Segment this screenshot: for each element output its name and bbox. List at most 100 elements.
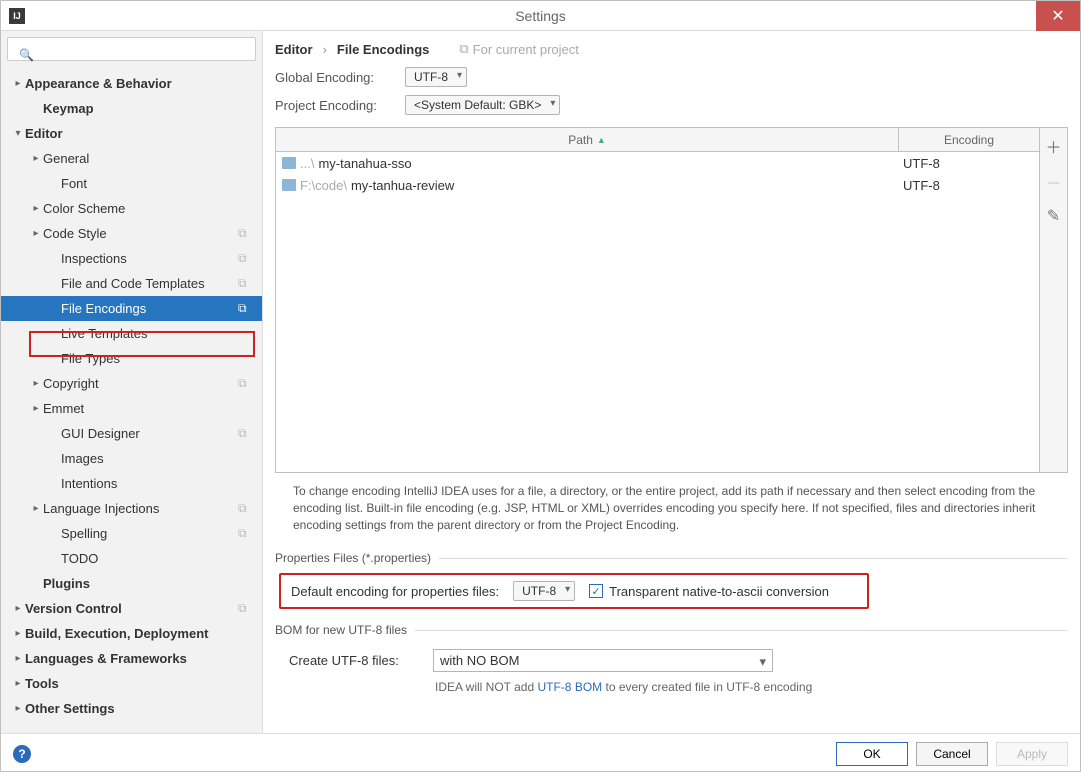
- tree-item-keymap[interactable]: Keymap: [1, 96, 262, 121]
- tree-item-todo[interactable]: TODO: [1, 546, 262, 571]
- help-button[interactable]: ?: [13, 745, 31, 763]
- tree-item-font[interactable]: Font: [1, 171, 262, 196]
- ok-button[interactable]: OK: [836, 742, 908, 766]
- apply-button[interactable]: Apply: [996, 742, 1068, 766]
- transparent-ascii-checkbox[interactable]: ✓: [589, 584, 603, 598]
- tree-item-appearance-behavior[interactable]: ▸Appearance & Behavior: [1, 71, 262, 96]
- tree-item-label: Version Control: [25, 601, 238, 616]
- per-project-icon: ⧉: [238, 426, 258, 441]
- tree-item-label: Keymap: [43, 101, 262, 116]
- tree-item-label: Tools: [25, 676, 262, 691]
- table-row[interactable]: ...\my-tanahua-ssoUTF-8: [276, 152, 1039, 174]
- tree-item-label: Images: [61, 451, 262, 466]
- tree-item-label: Spelling: [61, 526, 238, 541]
- tree-item-label: Code Style: [43, 226, 238, 241]
- tree-item-plugins[interactable]: Plugins: [1, 571, 262, 596]
- add-row-button[interactable]: ＋: [1045, 134, 1061, 158]
- properties-section-label: Properties Files (*.properties): [275, 551, 431, 565]
- tree-item-label: Other Settings: [25, 701, 262, 716]
- transparent-ascii-label: Transparent native-to-ascii conversion: [609, 584, 829, 599]
- tree-item-label: Color Scheme: [43, 201, 262, 216]
- tree-item-images[interactable]: Images: [1, 446, 262, 471]
- tree-item-inspections[interactable]: Inspections⧉: [1, 246, 262, 271]
- tree-item-label: Editor: [25, 126, 262, 141]
- tree-item-label: General: [43, 151, 262, 166]
- bom-label: Create UTF-8 files:: [289, 653, 419, 668]
- col-path[interactable]: Path ▲: [276, 128, 899, 151]
- chevron-right-icon: ▸: [29, 228, 43, 239]
- per-project-icon: ⧉: [238, 276, 258, 291]
- per-project-icon: ⧉: [238, 601, 258, 616]
- folder-icon: [282, 179, 296, 191]
- tree-item-label: Font: [61, 176, 262, 191]
- tree-item-language-injections[interactable]: ▸Language Injections⧉: [1, 496, 262, 521]
- properties-encoding-select[interactable]: UTF-8: [513, 581, 575, 601]
- properties-encoding-label: Default encoding for properties files:: [291, 584, 499, 599]
- tree-item-copyright[interactable]: ▸Copyright⧉: [1, 371, 262, 396]
- tree-item-languages-frameworks[interactable]: ▸Languages & Frameworks: [1, 646, 262, 671]
- breadcrumb-root[interactable]: Editor: [275, 42, 313, 57]
- per-project-icon: ⧉: [238, 526, 258, 541]
- bom-note: IDEA will NOT add UTF-8 BOM to every cre…: [275, 680, 1068, 694]
- search-input[interactable]: [7, 37, 256, 61]
- table-row[interactable]: F:\code\my-tanhua-reviewUTF-8: [276, 174, 1039, 196]
- bom-select[interactable]: with NO BOM: [433, 649, 773, 672]
- sort-asc-icon: ▲: [597, 135, 606, 145]
- edit-row-button[interactable]: ✎: [1047, 206, 1060, 226]
- chevron-right-icon: ▸: [29, 378, 43, 389]
- tree-item-color-scheme[interactable]: ▸Color Scheme: [1, 196, 262, 221]
- chevron-right-icon: ▸: [29, 153, 43, 164]
- chevron-down-icon: ▾: [11, 128, 25, 139]
- tree-item-general[interactable]: ▸General: [1, 146, 262, 171]
- tree-item-label: Language Injections: [43, 501, 238, 516]
- tree-item-file-types[interactable]: File Types: [1, 346, 262, 371]
- per-project-icon: ⧉: [238, 301, 258, 316]
- chevron-right-icon: ▸: [29, 503, 43, 514]
- scope-badge: ⧉ For current project: [459, 41, 579, 57]
- tree-item-file-encodings[interactable]: File Encodings⧉: [1, 296, 262, 321]
- tree-item-live-templates[interactable]: Live Templates: [1, 321, 262, 346]
- tree-item-label: File and Code Templates: [61, 276, 238, 291]
- tree-item-label: Intentions: [61, 476, 262, 491]
- project-encoding-select[interactable]: <System Default: GBK>: [405, 95, 560, 115]
- tree-item-gui-designer[interactable]: GUI Designer⧉: [1, 421, 262, 446]
- project-encoding-label: Project Encoding:: [275, 98, 395, 113]
- close-button[interactable]: ✕: [1036, 1, 1080, 31]
- chevron-right-icon: ▸: [11, 678, 25, 689]
- tree-item-file-and-code-templates[interactable]: File and Code Templates⧉: [1, 271, 262, 296]
- tree-item-label: GUI Designer: [61, 426, 238, 441]
- global-encoding-select[interactable]: UTF-8: [405, 67, 467, 87]
- bom-section-label: BOM for new UTF-8 files: [275, 623, 407, 637]
- per-project-icon: ⧉: [238, 376, 258, 391]
- tree-item-spelling[interactable]: Spelling⧉: [1, 521, 262, 546]
- breadcrumb: Editor › File Encodings ⧉ For current pr…: [275, 41, 1068, 57]
- tree-item-label: Inspections: [61, 251, 238, 266]
- tree-item-editor[interactable]: ▾Editor: [1, 121, 262, 146]
- folder-icon: [282, 157, 296, 169]
- tree-item-emmet[interactable]: ▸Emmet: [1, 396, 262, 421]
- tree-item-label: Live Templates: [61, 326, 262, 341]
- chevron-right-icon: ▸: [11, 653, 25, 664]
- chevron-right-icon: ▸: [11, 603, 25, 614]
- tree-item-label: Plugins: [43, 576, 262, 591]
- per-project-icon: ⧉: [238, 501, 258, 516]
- remove-row-button[interactable]: －: [1045, 170, 1061, 194]
- chevron-right-icon: ▸: [11, 703, 25, 714]
- dialog-footer: ? OK Cancel Apply: [1, 733, 1080, 773]
- tree-item-label: TODO: [61, 551, 262, 566]
- tree-item-tools[interactable]: ▸Tools: [1, 671, 262, 696]
- tree-item-intentions[interactable]: Intentions: [1, 471, 262, 496]
- tree-item-other-settings[interactable]: ▸Other Settings: [1, 696, 262, 721]
- tree-item-build-execution-deployment[interactable]: ▸Build, Execution, Deployment: [1, 621, 262, 646]
- col-encoding[interactable]: Encoding: [899, 128, 1039, 151]
- global-encoding-label: Global Encoding:: [275, 70, 395, 85]
- tree-item-label: File Encodings: [61, 301, 238, 316]
- tree-item-label: Emmet: [43, 401, 262, 416]
- per-project-icon: ⧉: [238, 251, 258, 266]
- tree-item-label: File Types: [61, 351, 262, 366]
- chevron-right-icon: ▸: [29, 203, 43, 214]
- utf8-bom-link[interactable]: UTF-8 BOM: [537, 680, 602, 694]
- tree-item-version-control[interactable]: ▸Version Control⧉: [1, 596, 262, 621]
- tree-item-code-style[interactable]: ▸Code Style⧉: [1, 221, 262, 246]
- cancel-button[interactable]: Cancel: [916, 742, 988, 766]
